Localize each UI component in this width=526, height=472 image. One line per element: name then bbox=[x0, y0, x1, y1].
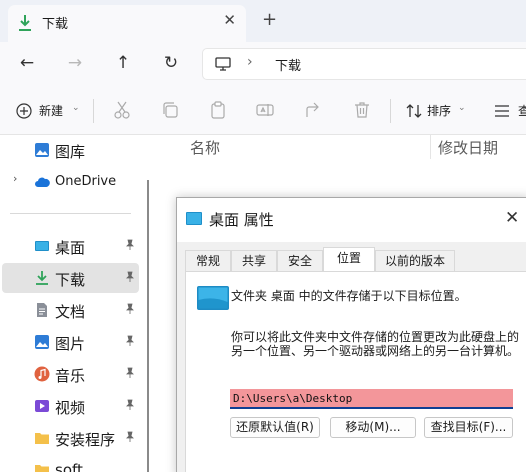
navigation-pane: 图库 › OneDrive 桌面 下载 文档 图片 音乐 视频 安装程序 sof… bbox=[0, 135, 150, 472]
sidebar-item-downloads[interactable]: 下载 bbox=[2, 263, 139, 293]
this-pc-icon bbox=[215, 57, 231, 71]
tab-title: 下载 bbox=[42, 17, 69, 32]
command-bar: 新建 ⌄ 排序 ⌄ 查 bbox=[0, 85, 526, 135]
dialog-title-bar[interactable]: 桌面 属性 ✕ bbox=[177, 198, 526, 242]
navigation-bar: ← → ↑ ↻ › 下载 bbox=[0, 42, 526, 85]
sidebar-item-installers[interactable]: 安装程序 bbox=[2, 423, 139, 453]
sort-label: 排序 bbox=[427, 104, 452, 118]
location-info-text: 你可以将此文件夹中文件存储的位置更改为此硬盘上的另一个位置、另一个驱动器或网络上… bbox=[231, 330, 520, 358]
cut-icon[interactable] bbox=[112, 100, 132, 120]
desktop-icon bbox=[35, 241, 49, 251]
music-icon bbox=[34, 366, 50, 382]
delete-icon[interactable] bbox=[352, 100, 372, 120]
tab-previous-versions[interactable]: 以前的版本 bbox=[375, 250, 455, 271]
copy-icon[interactable] bbox=[160, 100, 180, 120]
toolbar-divider bbox=[390, 99, 391, 123]
desktop-icon bbox=[186, 212, 202, 225]
location-panel: 文件夹 桌面 中的文件存储于以下目标位置。 你可以将此文件夹中文件存储的位置更改… bbox=[185, 271, 526, 472]
refresh-icon[interactable]: ↻ bbox=[158, 50, 184, 76]
pin-icon bbox=[126, 431, 134, 442]
sidebar-item-label: 桌面 bbox=[55, 239, 86, 257]
sidebar-scrollbar[interactable] bbox=[147, 180, 149, 472]
back-arrow-icon[interactable]: ← bbox=[14, 50, 40, 76]
sidebar-item-videos[interactable]: 视频 bbox=[2, 391, 139, 421]
sidebar-divider bbox=[10, 213, 131, 214]
sidebar-item-desktop[interactable]: 桌面 bbox=[2, 231, 139, 261]
sidebar-item-pictures[interactable]: 图片 bbox=[2, 327, 139, 357]
sidebar-item-label: 文档 bbox=[55, 303, 86, 321]
rename-icon[interactable] bbox=[255, 100, 275, 120]
sidebar-item-documents[interactable]: 文档 bbox=[2, 295, 139, 325]
sidebar-item-label: 视频 bbox=[55, 399, 86, 417]
view-list-icon bbox=[495, 105, 509, 117]
desktop-folder-icon bbox=[197, 286, 229, 310]
sidebar-item-label: 音乐 bbox=[55, 367, 86, 385]
pictures-icon bbox=[35, 335, 49, 349]
sidebar-item-soft[interactable]: soft bbox=[2, 455, 139, 472]
column-header-date-modified[interactable]: 修改日期 bbox=[438, 137, 498, 158]
sidebar-item-label: 图片 bbox=[55, 335, 86, 353]
sidebar-item-gallery[interactable]: 图库 bbox=[2, 135, 139, 165]
dialog-title: 桌面 属性 bbox=[209, 211, 274, 229]
videos-icon bbox=[35, 400, 49, 412]
sidebar-item-label: 下载 bbox=[55, 271, 86, 289]
tab-sharing[interactable]: 共享 bbox=[231, 250, 277, 271]
close-tab-button[interactable]: ✕ bbox=[223, 11, 236, 29]
title-bar: 下载 ✕ + bbox=[0, 0, 526, 42]
new-plus-icon bbox=[16, 103, 32, 119]
chevron-down-icon: ⌄ bbox=[72, 103, 80, 113]
dialog-close-button[interactable]: ✕ bbox=[505, 208, 519, 228]
find-target-button[interactable]: 查找目标(F)... bbox=[424, 417, 513, 438]
share-icon[interactable] bbox=[304, 100, 324, 120]
folder-icon bbox=[35, 465, 49, 472]
address-bar[interactable]: › 下载 bbox=[202, 48, 526, 80]
move-button[interactable]: 移动(M)... bbox=[330, 417, 416, 438]
location-path-field[interactable] bbox=[230, 389, 513, 409]
document-icon bbox=[37, 303, 47, 317]
download-icon bbox=[36, 271, 48, 285]
tab-security[interactable]: 安全 bbox=[277, 250, 323, 271]
up-arrow-icon[interactable]: ↑ bbox=[110, 50, 136, 76]
add-tab-icon[interactable]: + bbox=[262, 11, 277, 29]
pin-icon bbox=[126, 399, 134, 410]
paste-icon[interactable] bbox=[208, 100, 228, 120]
pin-icon bbox=[126, 335, 134, 346]
new-label: 新建 bbox=[39, 104, 64, 118]
onedrive-cloud-icon bbox=[35, 177, 50, 187]
forward-arrow-icon[interactable]: → bbox=[62, 50, 88, 76]
view-label: 查 bbox=[518, 104, 526, 118]
column-header-name[interactable]: 名称 bbox=[190, 137, 220, 158]
sidebar-item-onedrive[interactable]: › OneDrive bbox=[2, 167, 139, 197]
folder-icon bbox=[35, 433, 49, 444]
chevron-right-icon[interactable]: › bbox=[13, 172, 17, 185]
tab-general[interactable]: 常规 bbox=[185, 250, 231, 271]
sort-arrows-icon bbox=[406, 104, 422, 118]
pin-icon bbox=[126, 239, 134, 250]
breadcrumb-downloads[interactable]: 下载 bbox=[275, 55, 301, 74]
toolbar-divider bbox=[93, 99, 94, 123]
pin-icon bbox=[126, 367, 134, 378]
column-divider[interactable] bbox=[430, 135, 431, 159]
chevron-down-icon: ⌄ bbox=[458, 103, 466, 113]
pin-icon bbox=[126, 303, 134, 314]
properties-dialog: 桌面 属性 ✕ 常规 共享 安全 位置 以前的版本 文件夹 桌面 中的文件存储于… bbox=[176, 197, 526, 472]
restore-default-button[interactable]: 还原默认值(R) bbox=[230, 417, 320, 438]
sidebar-item-label: soft bbox=[55, 461, 83, 472]
breadcrumb-chevron-icon: › bbox=[247, 54, 253, 70]
view-button[interactable]: 查 bbox=[492, 99, 526, 123]
tab-downloads[interactable]: 下载 ✕ bbox=[8, 5, 246, 42]
download-icon bbox=[19, 15, 31, 31]
sort-button[interactable]: 排序 ⌄ bbox=[402, 99, 472, 123]
sidebar-item-music[interactable]: 音乐 bbox=[2, 359, 139, 389]
dialog-tabs: 常规 共享 安全 位置 以前的版本 bbox=[185, 247, 526, 271]
location-description: 文件夹 桌面 中的文件存储于以下目标位置。 bbox=[231, 289, 467, 303]
pin-icon bbox=[126, 271, 134, 282]
sidebar-item-label: 安装程序 bbox=[55, 431, 116, 449]
sidebar-item-label: OneDrive bbox=[55, 174, 117, 189]
sidebar-item-label: 图库 bbox=[55, 143, 86, 161]
tab-location[interactable]: 位置 bbox=[323, 247, 375, 271]
gallery-icon bbox=[35, 143, 49, 157]
